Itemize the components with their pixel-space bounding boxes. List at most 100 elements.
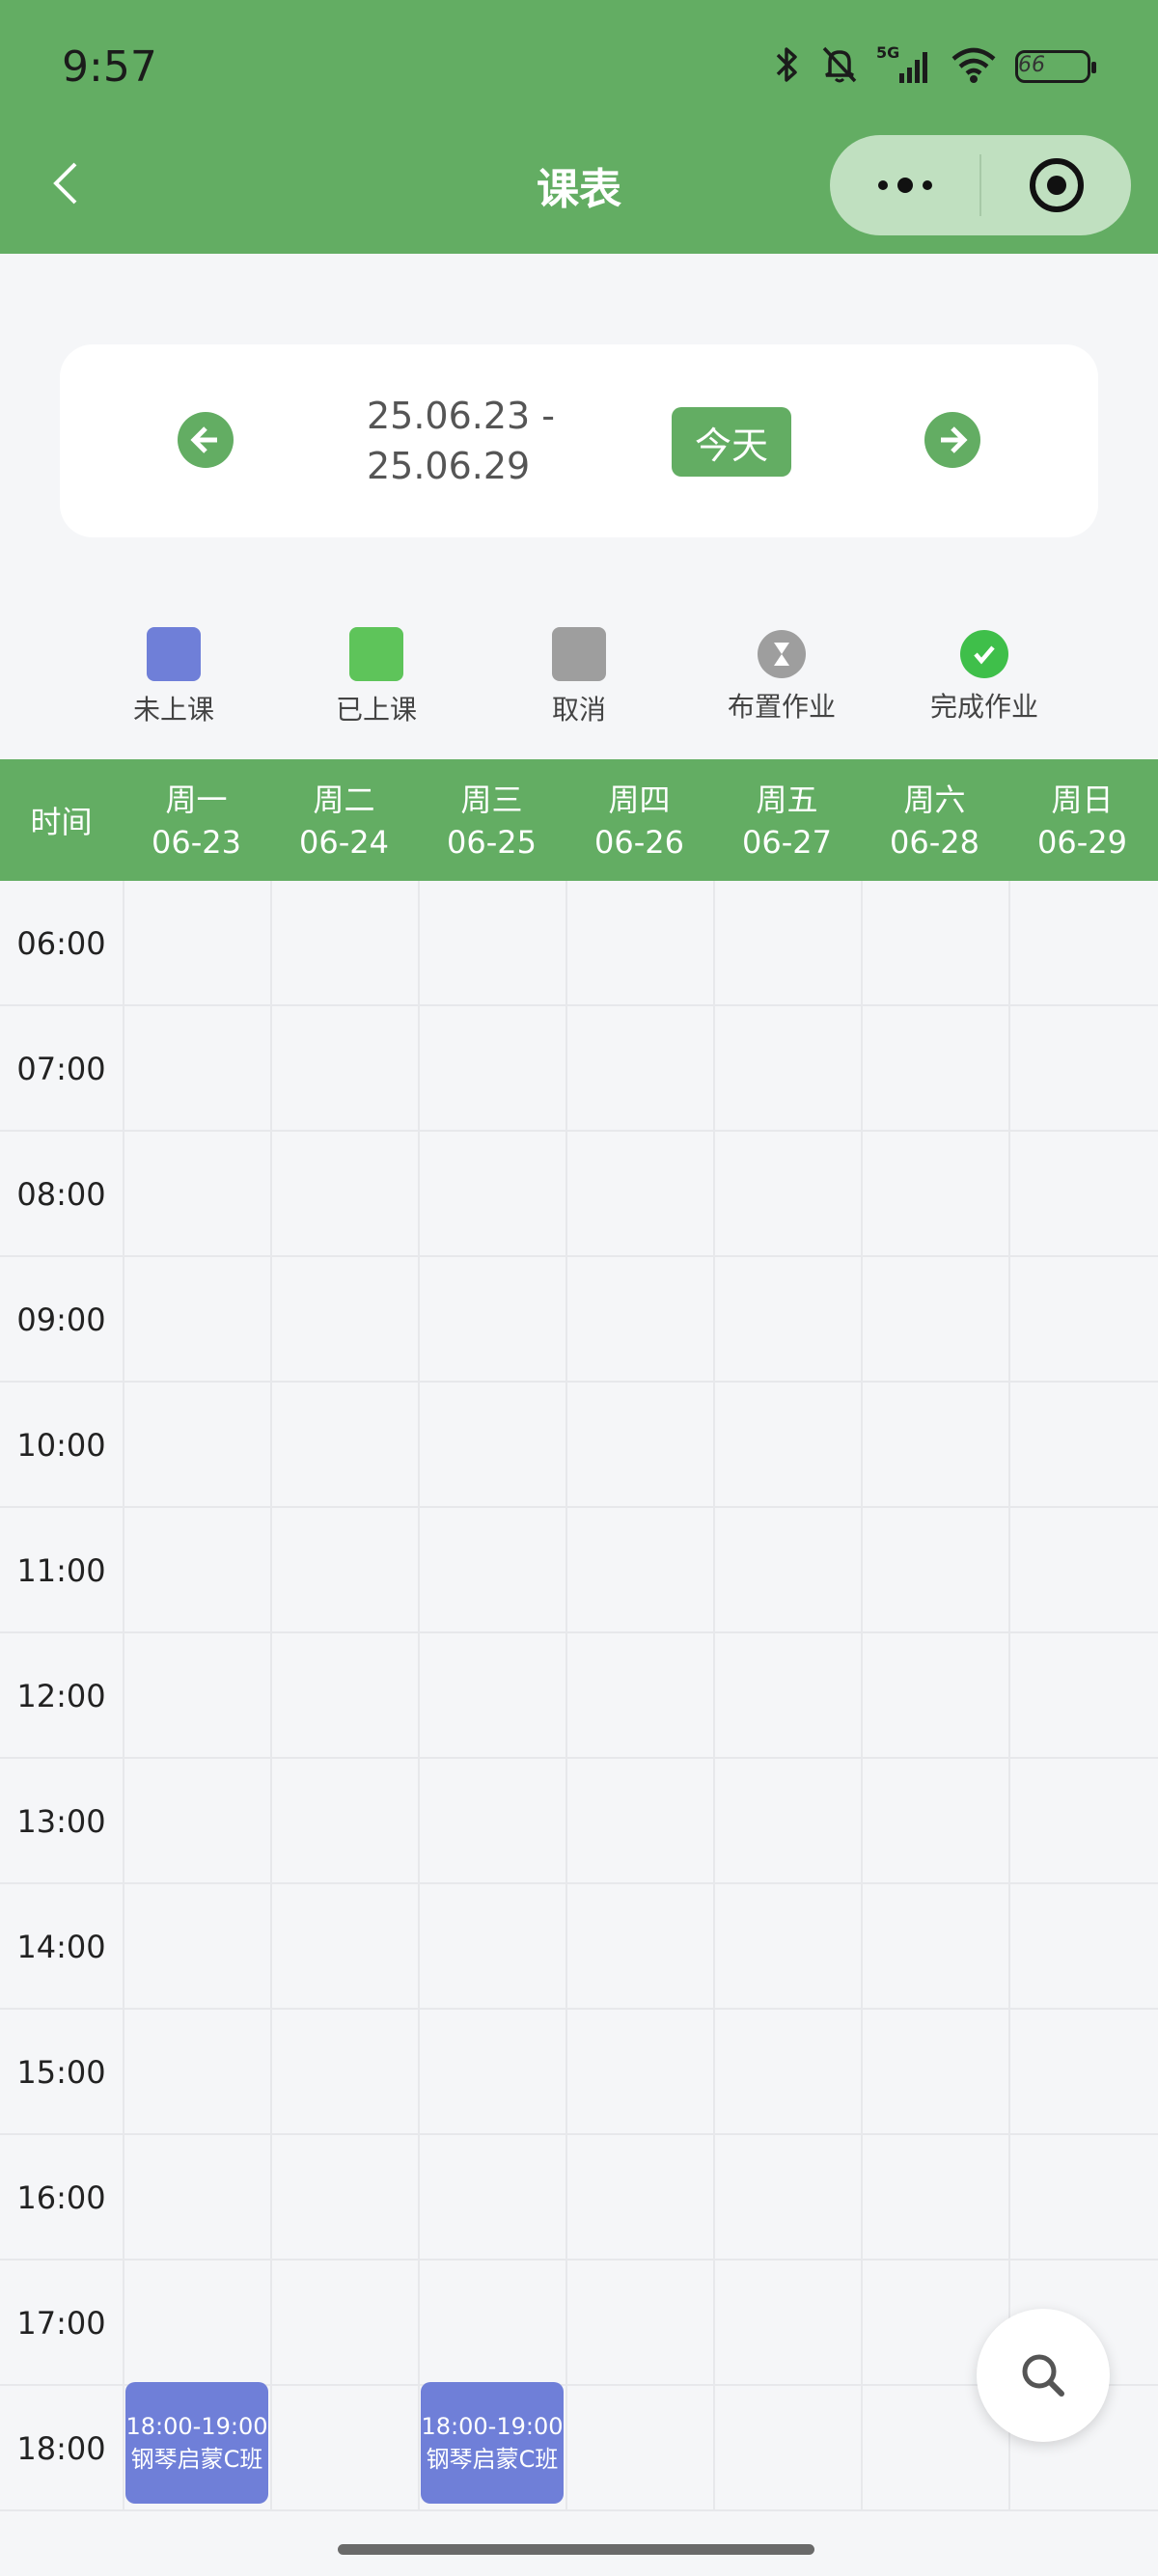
weekday-label: 周五: [756, 781, 818, 818]
today-button[interactable]: 今天: [672, 407, 791, 477]
time-row: 07:00: [0, 1006, 1158, 1132]
course-block[interactable]: 18:00-19:00 钢琴启蒙C班: [421, 2382, 564, 2504]
day-header: 周日 06-29: [1008, 779, 1156, 863]
time-row: 06:00: [0, 881, 1158, 1006]
column-divider: [713, 881, 715, 2511]
time-label: 06:00: [16, 925, 106, 962]
date-label: 06-27: [742, 824, 832, 861]
column-divider: [123, 881, 124, 2511]
weekday-label: 周六: [903, 781, 966, 818]
time-label: 15:00: [16, 2054, 106, 2091]
bluetooth-icon: [770, 45, 803, 88]
mini-program-capsule: [830, 135, 1131, 235]
day-header: 周一 06-23: [123, 779, 270, 863]
legend-completed: 已上课: [280, 627, 473, 727]
day-header: 周四 06-26: [565, 779, 713, 863]
time-label: 07:00: [16, 1051, 106, 1087]
more-button[interactable]: [830, 135, 979, 235]
weekday-label: 周日: [1051, 781, 1114, 818]
signal-icon: 5G: [876, 43, 932, 89]
legend-label: 布置作业: [727, 691, 836, 723]
legend-homework-done: 完成作业: [888, 627, 1081, 725]
legend-cancelled: 取消: [482, 627, 676, 727]
time-label: 13:00: [16, 1803, 106, 1840]
time-label: 17:00: [16, 2305, 106, 2342]
time-row: 15:00: [0, 2010, 1158, 2135]
time-label: 14:00: [16, 1929, 106, 1965]
weekday-label: 周四: [608, 781, 671, 818]
arrow-left-icon: [190, 426, 217, 453]
date-label: 06-25: [447, 824, 537, 861]
time-label: 12:00: [16, 1678, 106, 1714]
day-header: 周二 06-24: [270, 779, 418, 863]
battery-indicator: 66: [1015, 50, 1096, 83]
status-legend: 未上课 已上课 取消 布置作业 完成作业: [0, 627, 1158, 727]
time-row: 14:00: [0, 1884, 1158, 2010]
legend-swatch-completed: [349, 627, 403, 681]
time-label: 08:00: [16, 1176, 106, 1213]
more-dots-icon: [877, 178, 932, 193]
weekday-label: 周一: [165, 781, 228, 818]
hourglass-icon: [758, 630, 806, 678]
next-week-button[interactable]: [924, 412, 980, 468]
home-indicator: [338, 2544, 814, 2555]
time-row: 10:00: [0, 1383, 1158, 1508]
date-label: 06-29: [1037, 824, 1127, 861]
check-icon: [960, 630, 1008, 678]
close-miniprogram-button[interactable]: [981, 135, 1131, 235]
search-button[interactable]: [977, 2309, 1110, 2442]
time-row: 12:00: [0, 1633, 1158, 1759]
legend-label: 取消: [551, 694, 606, 726]
column-divider: [418, 881, 420, 2511]
time-row: 08:00: [0, 1132, 1158, 1257]
course-time: 18:00-19:00: [125, 2413, 268, 2440]
time-row: 16:00: [0, 2135, 1158, 2261]
prev-week-button[interactable]: [178, 412, 234, 468]
legend-not-started: 未上课: [77, 627, 270, 727]
week-selector-card: 25.06.23 - 25.06.29 今天: [60, 344, 1098, 537]
network-type: 5G: [876, 44, 899, 62]
time-label: 09:00: [16, 1302, 106, 1338]
search-icon: [1022, 2354, 1064, 2397]
time-label: 16:00: [16, 2179, 106, 2216]
day-header: 周五 06-27: [713, 779, 861, 863]
legend-homework-assigned: 布置作业: [685, 627, 878, 725]
wifi-icon: [950, 45, 998, 88]
day-header: 周六 06-28: [861, 779, 1008, 863]
column-divider: [565, 881, 567, 2511]
column-divider: [1008, 881, 1010, 2511]
status-time: 9:57: [62, 42, 157, 92]
legend-label: 完成作业: [929, 691, 1038, 723]
date-label: 06-23: [152, 824, 241, 861]
date-label: 06-26: [594, 824, 684, 861]
schedule-grid[interactable]: 06:00 07:00 08:00 09:00 10:00 11:00 12:0…: [0, 881, 1158, 2511]
time-label: 18:00: [16, 2430, 106, 2467]
column-divider: [270, 881, 272, 2511]
course-block[interactable]: 18:00-19:00 钢琴启蒙C班: [125, 2382, 268, 2504]
week-range: 25.06.23 - 25.06.29: [367, 391, 555, 491]
arrow-right-icon: [941, 426, 968, 453]
course-name: 钢琴启蒙C班: [130, 2446, 263, 2473]
top-bar: 9:57 5G 66 课表: [0, 0, 1158, 254]
time-label: 11:00: [16, 1552, 106, 1589]
course-time: 18:00-19:00: [421, 2413, 564, 2440]
time-row: 13:00: [0, 1759, 1158, 1884]
week-range-end: 25.06.29: [367, 445, 531, 487]
day-header: 周三 06-25: [418, 779, 565, 863]
week-range-start: 25.06.23 -: [367, 395, 556, 437]
weekday-label: 周二: [313, 781, 375, 818]
legend-swatch-cancelled: [552, 627, 606, 681]
weekday-label: 周三: [460, 781, 523, 818]
course-name: 钢琴启蒙C班: [426, 2446, 559, 2473]
time-row: 11:00: [0, 1508, 1158, 1633]
bell-muted-icon: [820, 44, 859, 89]
legend-label: 未上课: [132, 694, 214, 726]
target-icon: [1029, 158, 1084, 212]
date-label: 06-24: [299, 824, 389, 861]
column-divider: [861, 881, 863, 2511]
time-column-header: 时间: [30, 804, 93, 840]
legend-swatch-not-started: [147, 627, 201, 681]
status-icons: 5G 66: [770, 43, 1096, 89]
schedule-header: 时间 周一 06-23 周二 06-24 周三 06-25 周四 06-26 周五 06-…: [0, 759, 1158, 881]
time-row: 09:00: [0, 1257, 1158, 1383]
